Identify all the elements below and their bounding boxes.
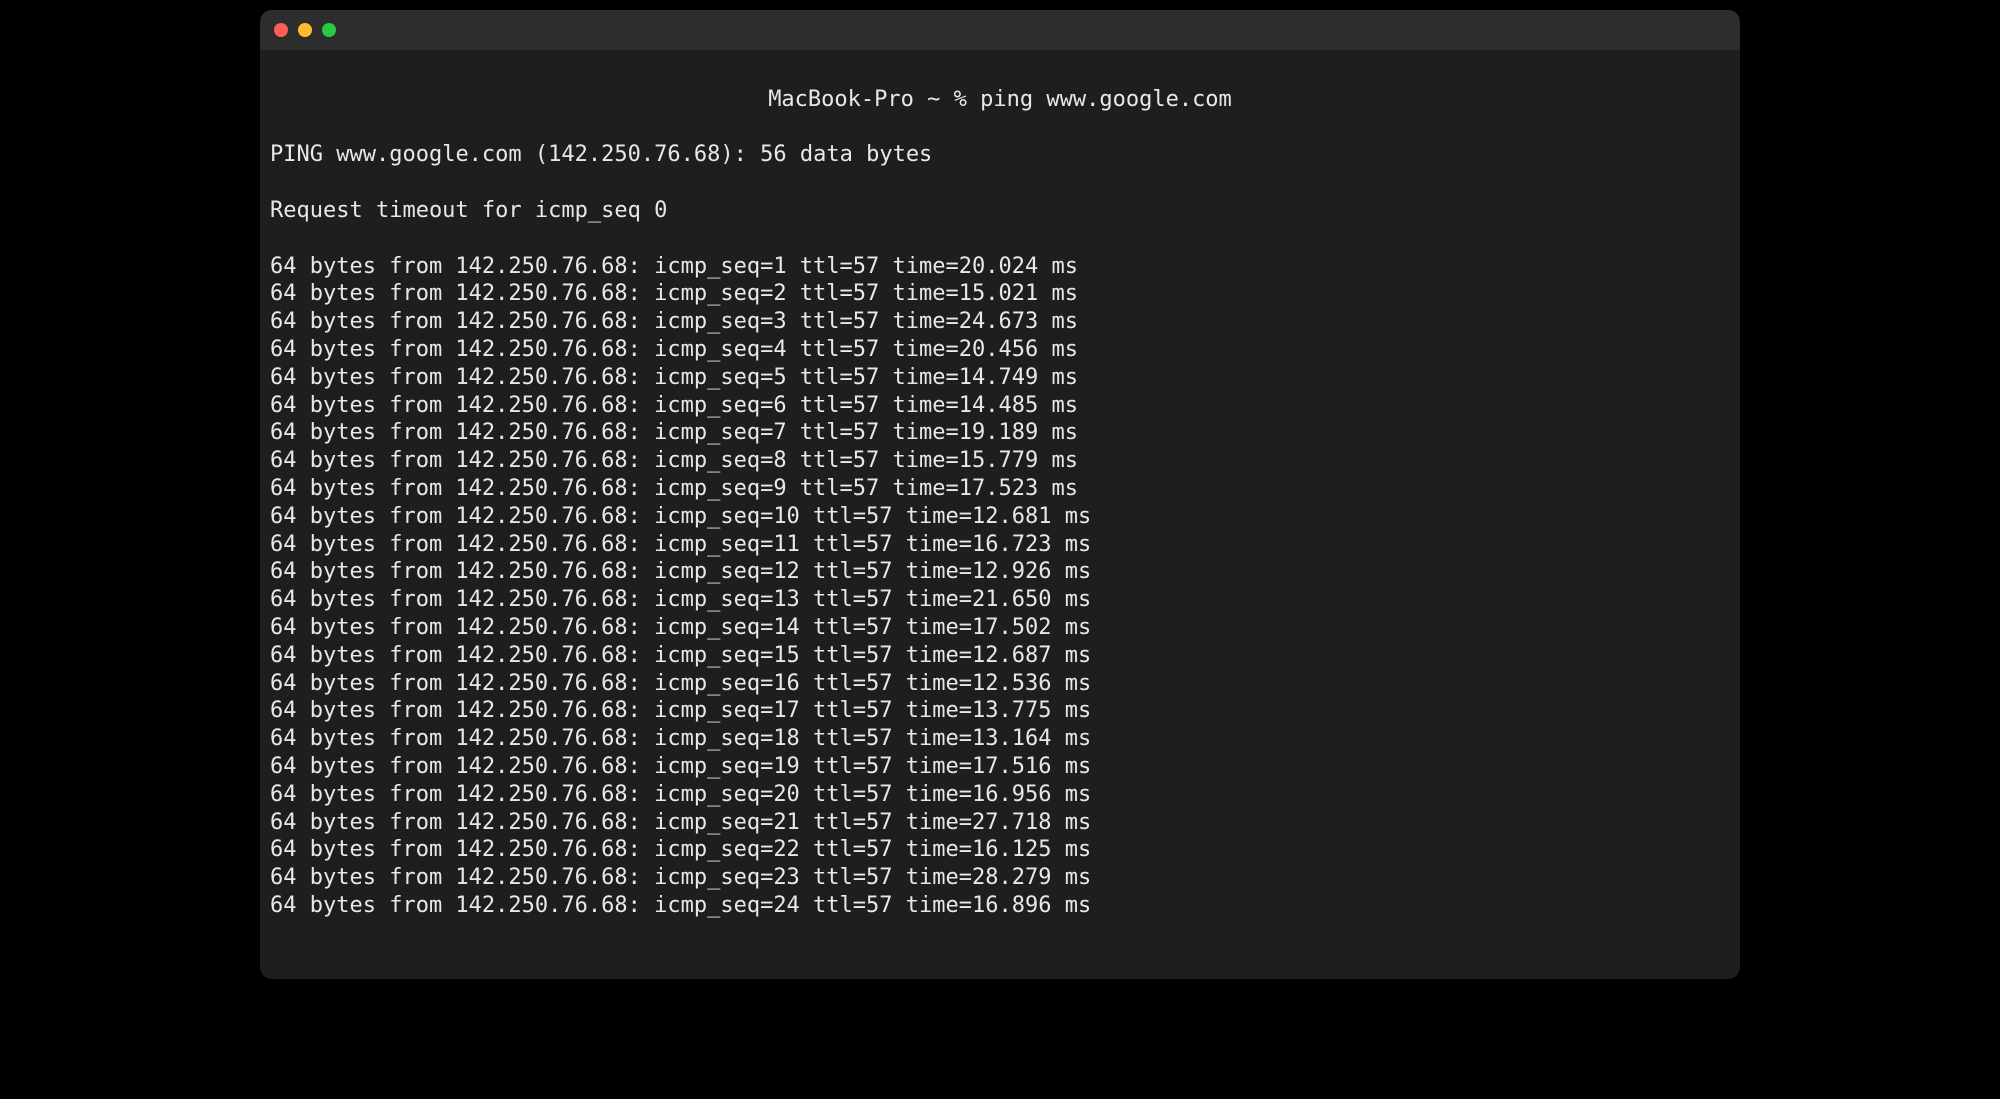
ping-reply: 64 bytes from 142.250.76.68: icmp_seq=9 … — [270, 475, 1730, 503]
ping-reply: 64 bytes from 142.250.76.68: icmp_seq=12… — [270, 558, 1730, 586]
ping-reply: 64 bytes from 142.250.76.68: icmp_seq=22… — [270, 836, 1730, 864]
ping-reply: 64 bytes from 142.250.76.68: icmp_seq=3 … — [270, 308, 1730, 336]
ping-reply: 64 bytes from 142.250.76.68: icmp_seq=5 … — [270, 364, 1730, 392]
ping-reply: 64 bytes from 142.250.76.68: icmp_seq=18… — [270, 725, 1730, 753]
prompt-symbol: % — [954, 87, 967, 112]
ping-reply: 64 bytes from 142.250.76.68: icmp_seq=11… — [270, 531, 1730, 559]
ping-reply: 64 bytes from 142.250.76.68: icmp_seq=1 … — [270, 253, 1730, 281]
ping-reply: 64 bytes from 142.250.76.68: icmp_seq=2 … — [270, 280, 1730, 308]
ping-reply: 64 bytes from 142.250.76.68: icmp_seq=8 … — [270, 447, 1730, 475]
prompt-line: MacBook-Pro ~ % ping www.google.com — [270, 86, 1730, 114]
ping-reply: 64 bytes from 142.250.76.68: icmp_seq=19… — [270, 753, 1730, 781]
ping-reply: 64 bytes from 142.250.76.68: icmp_seq=6 … — [270, 392, 1730, 420]
ping-reply: 64 bytes from 142.250.76.68: icmp_seq=15… — [270, 642, 1730, 670]
ping-reply: 64 bytes from 142.250.76.68: icmp_seq=21… — [270, 809, 1730, 837]
ping-reply: 64 bytes from 142.250.76.68: icmp_seq=16… — [270, 670, 1730, 698]
prompt-host: MacBook-Pro — [768, 87, 914, 112]
terminal-window: MacBook-Pro ~ % ping www.google.com PING… — [260, 10, 1740, 979]
ping-reply: 64 bytes from 142.250.76.68: icmp_seq=24… — [270, 892, 1730, 920]
ping-timeout: Request timeout for icmp_seq 0 — [270, 197, 1730, 225]
ping-reply: 64 bytes from 142.250.76.68: icmp_seq=20… — [270, 781, 1730, 809]
ping-reply: 64 bytes from 142.250.76.68: icmp_seq=10… — [270, 503, 1730, 531]
ping-reply: 64 bytes from 142.250.76.68: icmp_seq=4 … — [270, 336, 1730, 364]
ping-reply: 64 bytes from 142.250.76.68: icmp_seq=13… — [270, 586, 1730, 614]
close-icon[interactable] — [274, 23, 288, 37]
minimize-icon[interactable] — [298, 23, 312, 37]
ping-reply: 64 bytes from 142.250.76.68: icmp_seq=17… — [270, 697, 1730, 725]
prompt-command: ping www.google.com — [980, 87, 1232, 112]
ping-reply: 64 bytes from 142.250.76.68: icmp_seq=7 … — [270, 419, 1730, 447]
maximize-icon[interactable] — [322, 23, 336, 37]
prompt-cwd: ~ — [927, 87, 940, 112]
titlebar[interactable] — [260, 10, 1740, 50]
ping-reply: 64 bytes from 142.250.76.68: icmp_seq=14… — [270, 614, 1730, 642]
ping-header: PING www.google.com (142.250.76.68): 56 … — [270, 141, 1730, 169]
terminal-body[interactable]: MacBook-Pro ~ % ping www.google.com PING… — [260, 50, 1740, 979]
ping-reply: 64 bytes from 142.250.76.68: icmp_seq=23… — [270, 864, 1730, 892]
